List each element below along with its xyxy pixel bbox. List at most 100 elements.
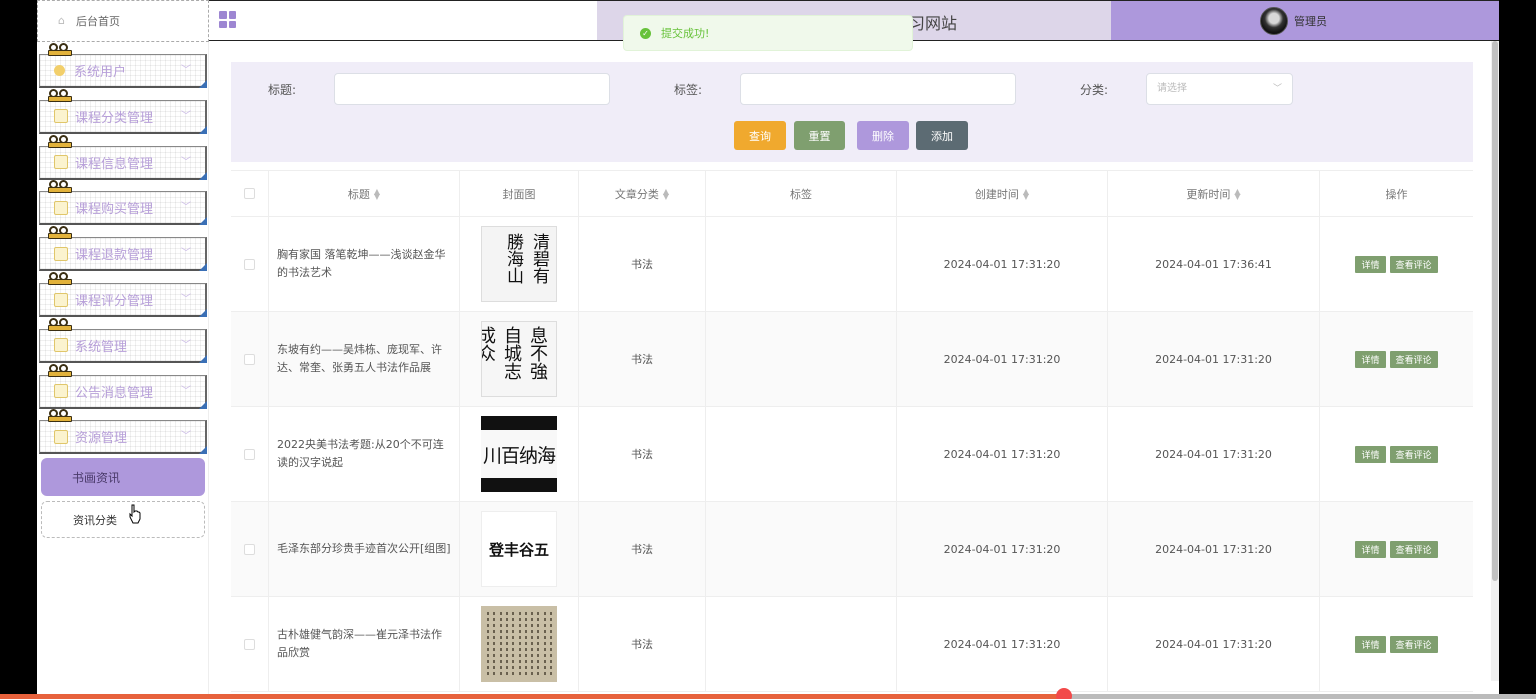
detail-button[interactable]: 详情 xyxy=(1355,445,1386,463)
sidebar-item-4[interactable]: 课程退款管理 ﹀ xyxy=(39,226,207,272)
cell-title: 毛泽东部分珍贵手迹首次公开[组图] xyxy=(269,502,460,596)
toast-message: 提交成功! xyxy=(661,27,710,40)
sidebar-item-label: 课程评分管理 xyxy=(75,294,154,309)
cover-image xyxy=(481,606,557,682)
table-row[interactable]: 毛泽东部分珍贵手迹首次公开[组图] 五谷丰登 书法 2024-04-01 17:31:… xyxy=(231,502,1473,597)
binder-clip-icon xyxy=(48,180,72,194)
scrollbar-thumb[interactable] xyxy=(1492,41,1498,581)
progress-handle[interactable] xyxy=(1056,688,1072,699)
avatar[interactable] xyxy=(1260,6,1288,35)
reset-button[interactable]: 重置 xyxy=(794,121,845,150)
sidebar-item-label: 公告消息管理 xyxy=(75,385,154,401)
detail-button[interactable]: 详情 xyxy=(1355,635,1386,653)
cell-tag xyxy=(706,217,897,311)
view-comments-button[interactable]: 查看评论 xyxy=(1389,445,1438,463)
sort-icon[interactable]: ▲ ▼ xyxy=(663,187,669,200)
sidebar-item-7[interactable]: 公告消息管理 ﹀ xyxy=(39,363,207,409)
sidebar-item-3[interactable]: 课程购买管理 ﹀ xyxy=(39,180,207,226)
chevron-down-icon: ﹀ xyxy=(181,202,191,214)
category-select[interactable]: 请选择 ﹀ xyxy=(1146,73,1293,105)
menu-grid-icon[interactable] xyxy=(219,11,236,28)
cell-updated: 2024-04-01 17:31:20 xyxy=(1108,502,1320,596)
sidebar-item-5[interactable]: 课程评分管理 ﹀ xyxy=(39,272,207,317)
chevron-down-icon: ﹀ xyxy=(181,110,191,122)
chevron-down-icon: ﹀ xyxy=(1272,84,1282,94)
table-row[interactable]: 2022央美书法考题:从20个不可连读的汉字说起 川百纳海 书法 2024-04-01… xyxy=(231,407,1473,502)
chevron-down-icon: ﹀ xyxy=(181,339,191,351)
view-comments-button[interactable]: 查看评论 xyxy=(1389,635,1438,653)
sidebar: ⌂ 后台首页 系统用户 ﹀ 课程分类管理 ﹀ 课程信息管理 ﹀ 课程购买管理 ﹀ 课程退款管理 ﹀… xyxy=(37,0,209,699)
cell-category: 书法 xyxy=(579,502,706,596)
row-checkbox[interactable] xyxy=(244,258,255,270)
document-icon xyxy=(54,155,68,170)
sidebar-subitem-label: 书画资讯 xyxy=(72,470,121,485)
cell-updated: 2024-04-01 17:31:20 xyxy=(1108,407,1320,501)
bulb-icon xyxy=(54,429,68,444)
cell-created: 2024-04-01 17:31:20 xyxy=(897,407,1108,501)
detail-button[interactable]: 详情 xyxy=(1355,540,1386,558)
document-icon xyxy=(54,200,68,215)
row-select-cell xyxy=(231,407,269,501)
view-comments-button[interactable]: 查看评论 xyxy=(1389,350,1438,368)
sidebar-item-home[interactable]: ⌂ 后台首页 xyxy=(37,0,209,42)
sidebar-item-6[interactable]: 系统管理 ﹀ xyxy=(39,317,207,363)
select-all-checkbox[interactable] xyxy=(244,188,255,199)
cell-category: 书法 xyxy=(579,217,706,311)
table-row[interactable]: 东坡有约——吴炜栋、庞现军、许达、常奎、张勇五人书法作品展 息不強自城志成众 书法 2… xyxy=(231,312,1473,407)
chevron-down-icon: ﹀ xyxy=(181,431,191,443)
user-menu[interactable]: 管理员 xyxy=(1111,1,1499,40)
cell-actions: 详情 查看评论 xyxy=(1320,407,1473,501)
binder-clip-icon xyxy=(48,226,72,240)
binder-clip-icon xyxy=(48,317,72,332)
tag-search-input[interactable] xyxy=(740,73,1016,105)
cell-created: 2024-04-01 17:31:20 xyxy=(897,217,1108,311)
row-checkbox[interactable] xyxy=(244,353,255,365)
add-button[interactable]: 添加 xyxy=(916,121,968,150)
cell-title: 东坡有约——吴炜栋、庞现军、许达、常奎、张勇五人书法作品展 xyxy=(269,312,460,406)
document-icon xyxy=(54,109,68,124)
column-header-title[interactable]: 标题 ▲ ▼ xyxy=(269,171,460,216)
cell-created: 2024-04-01 17:31:20 xyxy=(897,312,1108,406)
sort-icon[interactable]: ▲ ▼ xyxy=(374,187,380,200)
sidebar-home-label: 后台首页 xyxy=(76,15,120,28)
sidebar-item-8[interactable]: 资源管理 ﹀ xyxy=(39,409,207,455)
tag-label: 标签: xyxy=(674,83,703,97)
cell-updated: 2024-04-01 17:31:20 xyxy=(1108,312,1320,406)
table-row[interactable]: 胸有家国 落笔乾坤——浅谈赵金华的书法艺术 清碧有勝海山 书法 2024-04-01 … xyxy=(231,217,1473,312)
cell-actions: 详情 查看评论 xyxy=(1320,502,1473,596)
query-button[interactable]: 查询 xyxy=(734,121,786,150)
detail-button[interactable]: 详情 xyxy=(1355,255,1386,273)
sidebar-item-1[interactable]: 课程分类管理 ﹀ xyxy=(39,88,207,134)
detail-button[interactable]: 详情 xyxy=(1355,350,1386,368)
sort-icon[interactable]: ▲ ▼ xyxy=(1234,187,1240,200)
sidebar-subitem-news-category[interactable]: 资讯分类 xyxy=(41,501,205,538)
sort-icon[interactable]: ▲ ▼ xyxy=(1023,187,1029,200)
column-header-category[interactable]: 文章分类 ▲ ▼ xyxy=(579,171,706,216)
view-comments-button[interactable]: 查看评论 xyxy=(1389,540,1438,558)
view-comments-button[interactable]: 查看评论 xyxy=(1389,255,1438,273)
row-checkbox[interactable] xyxy=(244,448,255,460)
cover-image: 五谷丰登 xyxy=(481,511,557,587)
sidebar-subitem-calligraphy-news[interactable]: 书画资讯 xyxy=(41,458,205,496)
row-checkbox[interactable] xyxy=(244,543,255,555)
row-select-cell xyxy=(231,597,269,691)
video-progress-bar[interactable] xyxy=(0,694,1536,699)
table-row[interactable]: 古朴雄健气韵深——崔元泽书法作品欣赏 书法 2024-04-01 17:31:20 2… xyxy=(231,597,1473,692)
document-icon xyxy=(54,246,68,261)
column-header-created[interactable]: 创建时间 ▲ ▼ xyxy=(897,171,1108,216)
table-header-row: 标题 ▲ ▼ 封面图 文章分类 ▲ ▼ 标签 创建时间 ▲ ▼ 更新时间 ▲ ▼ 操作 xyxy=(231,171,1473,217)
sidebar-item-2[interactable]: 课程信息管理 ﹀ xyxy=(39,134,207,180)
cover-image: 息不強自城志成众 xyxy=(481,321,557,397)
delete-button[interactable]: 删除 xyxy=(857,121,909,150)
sidebar-item-0[interactable]: 系统用户 ﹀ xyxy=(39,43,207,88)
title-search-input[interactable] xyxy=(334,73,610,105)
home-icon: ⌂ xyxy=(58,14,65,27)
row-checkbox[interactable] xyxy=(244,638,255,650)
binder-clip-icon xyxy=(48,134,72,149)
column-header-updated[interactable]: 更新时间 ▲ ▼ xyxy=(1108,171,1320,216)
cell-cover: 川百纳海 xyxy=(460,407,579,501)
cover-image: 川百纳海 xyxy=(481,416,557,492)
sidebar-subitem-label: 资讯分类 xyxy=(73,513,117,527)
column-header-cover: 封面图 xyxy=(460,171,579,216)
cell-category: 书法 xyxy=(579,312,706,406)
